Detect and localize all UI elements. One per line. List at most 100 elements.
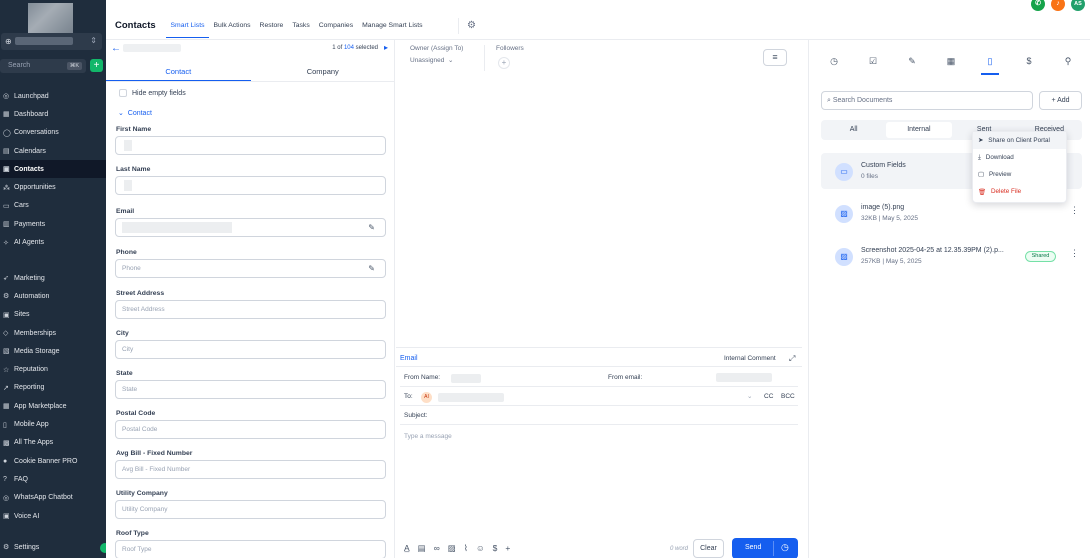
tab-restore[interactable]: Restore (255, 22, 288, 38)
pencil-icon[interactable]: ✎ (368, 223, 375, 232)
memberships-icon: ◇ (3, 330, 9, 338)
sidebar-item-marketing[interactable]: ➶ Marketing (0, 269, 106, 287)
segment-internal[interactable]: Internal (886, 122, 952, 138)
bcc-button[interactable]: BCC (781, 393, 795, 400)
workflow-icon[interactable]: ⚲ (1061, 56, 1075, 67)
chevron-down-icon[interactable]: ⌄ (747, 392, 752, 400)
schedule-clock-icon[interactable]: ◷ (781, 542, 789, 553)
sidebar-item-automation[interactable]: ⚙ Automation (0, 287, 106, 305)
sidebar-item-ai-agents[interactable]: ✧ AI Agents (0, 233, 106, 251)
history-icon[interactable]: ◷ (827, 56, 841, 67)
sidebar-item-memberships[interactable]: ◇ Memberships (0, 324, 106, 342)
sidebar-item-dashboard[interactable]: ▦ Dashboard (0, 105, 106, 123)
sidebar-item-launchpad[interactable]: ◎ Launchpad (0, 87, 106, 105)
hide-empty-fields-toggle[interactable]: Hide empty fields (119, 89, 186, 97)
sidebar-item-contacts[interactable]: ▣ Contacts (0, 160, 106, 179)
pencil-icon[interactable]: ✎ (368, 264, 375, 273)
sidebar-item-opportunities[interactable]: ⁂ Opportunities (0, 178, 106, 196)
phone-button[interactable]: ✆ (1031, 0, 1045, 11)
sidebar-search[interactable]: Search ⌘K (0, 59, 86, 73)
tab-companies[interactable]: Companies (314, 22, 357, 38)
search-documents-input[interactable]: ⌕ Search Documents (821, 91, 1033, 110)
menu-item-download[interactable]: ⤓ Download (973, 149, 1066, 166)
notifications-button[interactable]: ♪ (1051, 0, 1065, 11)
link-icon[interactable]: ∞ (434, 543, 440, 554)
postal-code-field[interactable]: Postal Code (115, 420, 386, 439)
plus-icon[interactable]: + (505, 543, 510, 554)
phone-field[interactable]: Phone ✎ (115, 259, 386, 278)
avg-bill-fixed-number-field[interactable]: Avg Bill - Fixed Number (115, 460, 386, 479)
sidebar-item-cars[interactable]: ▭ Cars (0, 197, 106, 215)
emoji-icon[interactable]: ☺ (476, 543, 485, 554)
message-body[interactable]: Type a message (404, 433, 452, 440)
first-name-field[interactable] (115, 136, 386, 155)
contact-section-header[interactable]: ⌄ Contact (118, 109, 152, 117)
sidebar-item-conversations[interactable]: ◯ Conversations (0, 124, 106, 142)
payments-icon[interactable]: $ (1022, 56, 1036, 67)
street-address-field[interactable]: Street Address (115, 300, 386, 319)
notes-icon[interactable]: ✎ (905, 56, 919, 67)
image-icon[interactable]: ▨ (448, 543, 456, 554)
template-icon[interactable]: ▤ (418, 543, 426, 554)
last-name-field[interactable] (115, 176, 386, 195)
next-record-icon[interactable]: ▸ (384, 43, 388, 52)
email-field[interactable]: ✎ (115, 218, 386, 237)
utility-company-field[interactable]: Utility Company (115, 500, 386, 519)
tab-manage-smart-lists[interactable]: Manage Smart Lists (358, 22, 427, 38)
sidebar-item-settings[interactable]: ⚙ Settings (0, 538, 106, 556)
state-field[interactable]: State (115, 380, 386, 399)
documents-icon[interactable]: ▯ (983, 56, 997, 67)
sidebar-item-mobile-app[interactable]: ▯ Mobile App (0, 415, 106, 433)
menu-item-share-on-client-portal[interactable]: ➤ Share on Client Portal (973, 132, 1066, 149)
clear-button[interactable]: Clear (693, 539, 724, 558)
sidebar-item-payments[interactable]: ▥ Payments (0, 215, 106, 233)
account-switcher[interactable]: ⊕ ⇕ (1, 33, 102, 50)
sidebar-item-app-marketplace[interactable]: ▦ App Marketplace (0, 397, 106, 415)
menu-item-delete-file[interactable]: 🗑 Delete File (973, 183, 1066, 200)
from-email-redacted[interactable] (716, 373, 772, 382)
quick-add-button[interactable]: + (90, 59, 103, 72)
cc-button[interactable]: CC (764, 393, 773, 400)
sidebar-item-cookie-banner-pro[interactable]: ● Cookie Banner PRO (0, 452, 106, 470)
kebab-menu-icon[interactable]: ⋮ (1070, 205, 1079, 216)
add-document-button[interactable]: + Add (1039, 91, 1082, 110)
sidebar-item-voice-ai[interactable]: ▣ Voice AI (0, 507, 106, 525)
sidebar-item-media-storage[interactable]: ▧ Media Storage (0, 342, 106, 360)
segment-all[interactable]: All (821, 120, 886, 140)
owner-select[interactable]: Unassigned ⌄ (410, 56, 453, 64)
send-button[interactable]: Send ◷ (732, 538, 798, 558)
appointments-icon[interactable]: ▦ (944, 56, 958, 67)
dollar-icon[interactable]: $ (493, 543, 498, 554)
back-arrow-icon[interactable]: ← (111, 43, 121, 54)
sidebar-item-faq[interactable]: ? FAQ (0, 470, 106, 488)
tab-smart-lists[interactable]: Smart Lists (166, 22, 209, 38)
recipient-redacted[interactable] (438, 393, 504, 402)
tab-bulk-actions[interactable]: Bulk Actions (209, 22, 255, 38)
chevron-down-icon: ⌄ (446, 57, 454, 64)
kebab-menu-icon[interactable]: ⋮ (1070, 248, 1079, 259)
tab-contact[interactable]: Contact (106, 64, 251, 81)
tab-company[interactable]: Company (251, 64, 396, 81)
tasks-icon[interactable]: ☑ (866, 56, 880, 67)
city-field[interactable]: City (115, 340, 386, 359)
tab-internal-comment[interactable]: Internal Comment (724, 355, 776, 362)
sidebar-item-sites[interactable]: ▣ Sites (0, 306, 106, 324)
sidebar-item-whatsapp-chatbot[interactable]: ◎ WhatsApp Chatbot (0, 489, 106, 507)
filter-icon[interactable]: ≡ (763, 49, 787, 66)
from-name-redacted[interactable] (451, 374, 481, 383)
sidebar-item-all-the-apps[interactable]: ▩ All The Apps (0, 434, 106, 452)
text-format-icon[interactable]: A̲ (404, 543, 410, 554)
menu-item-preview[interactable]: ▢ Preview (973, 166, 1066, 183)
add-follower-button[interactable]: + (498, 57, 510, 69)
attachment-icon[interactable]: ⌇ (464, 543, 468, 554)
expand-icon[interactable]: ⤢ (789, 354, 795, 364)
sidebar-item-reporting[interactable]: ↗ Reporting (0, 379, 106, 397)
checkbox[interactable] (119, 89, 127, 97)
sidebar-item-label: Dashboard (14, 110, 49, 118)
roof-type-field[interactable]: Roof Type (115, 540, 386, 558)
user-avatar[interactable]: AS (1071, 0, 1085, 11)
gear-icon[interactable]: ⚙ (467, 20, 476, 31)
tab-tasks[interactable]: Tasks (288, 22, 314, 38)
sidebar-item-calendars[interactable]: ▤ Calendars (0, 142, 106, 160)
sidebar-item-reputation[interactable]: ☆ Reputation (0, 360, 106, 378)
